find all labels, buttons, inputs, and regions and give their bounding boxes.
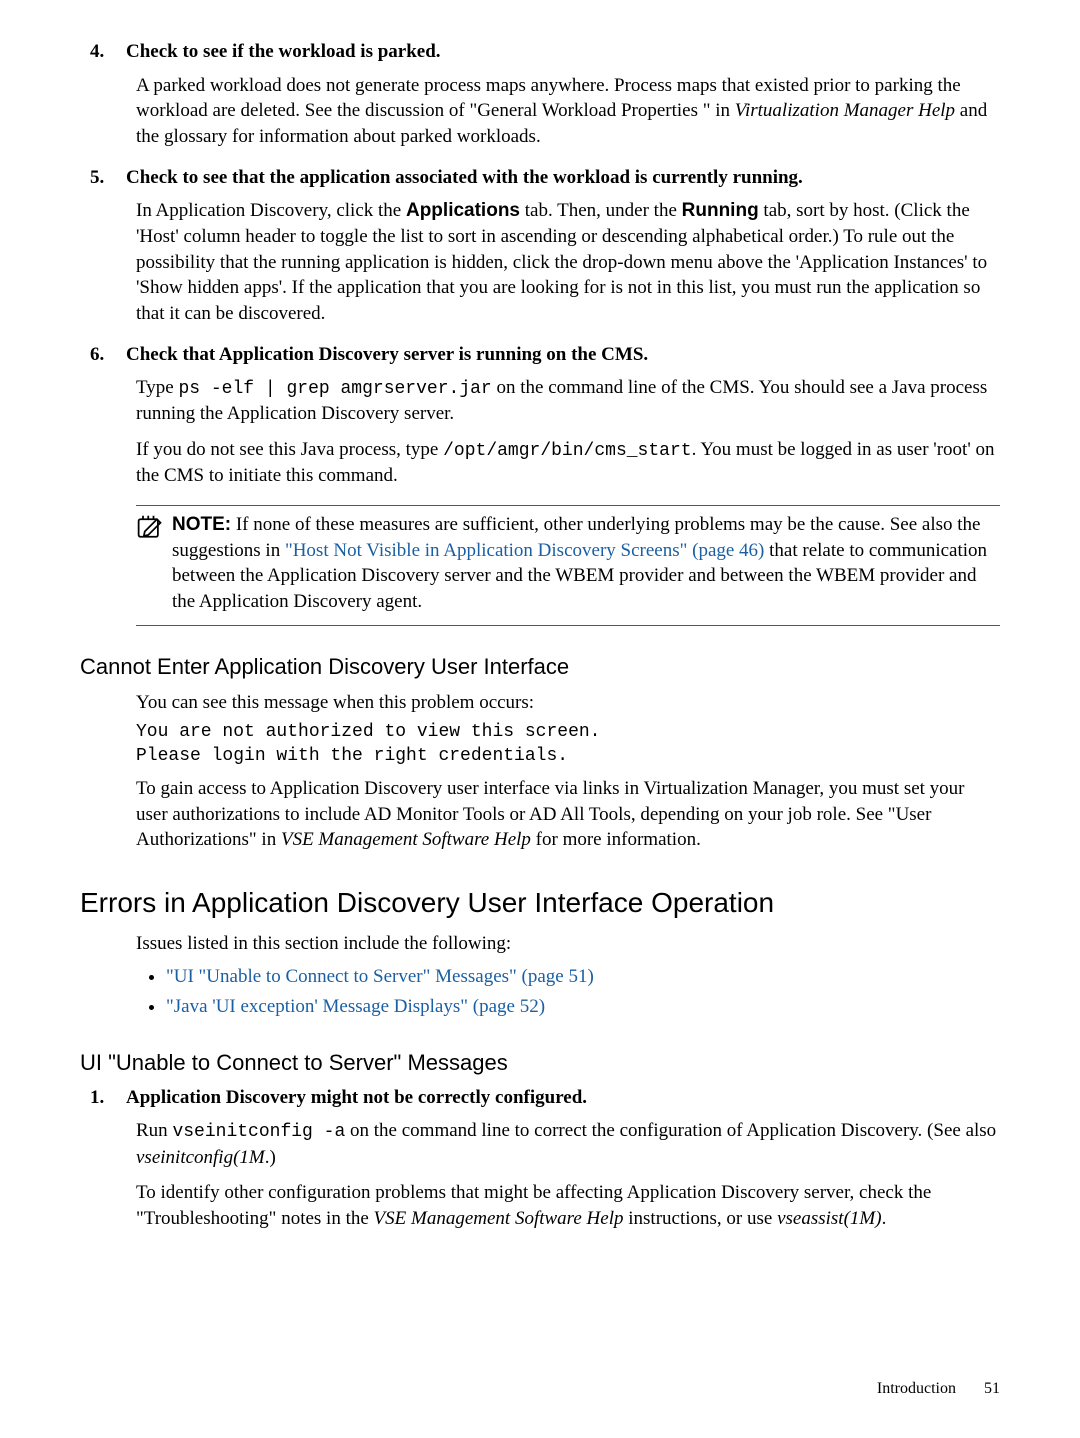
step-header: 4. Check to see if the workload is parke… [80, 40, 1000, 65]
heading-cannot-enter: Cannot Enter Application Discovery User … [80, 654, 1000, 680]
step-header: 1. Application Discovery might not be co… [80, 1086, 1000, 1111]
text-italic: Virtualization Manager Help [735, 100, 955, 121]
footer-page-number: 51 [984, 1380, 1000, 1397]
text-mono: /opt/amgr/bin/cms_start [443, 441, 691, 461]
step-title: Check to see that the application associ… [126, 166, 803, 191]
note-block: NOTE: If none of these measures are suff… [136, 512, 1000, 615]
cross-ref-link[interactable]: "Java 'UI exception' Message Displays" (… [166, 996, 545, 1017]
paragraph: Issues listed in this section include th… [136, 931, 1000, 957]
step-title: Application Discovery might not be corre… [126, 1086, 587, 1111]
text-italic: vseinitconfig(1M [136, 1147, 265, 1168]
footer-section: Introduction [877, 1380, 956, 1397]
divider [136, 625, 1000, 626]
text: In Application Discovery, click the [136, 200, 406, 221]
step-body: Type ps -elf | grep amgrserver.jar on th… [136, 375, 1000, 489]
step-body: Run vseinitconfig -a on the command line… [136, 1118, 1000, 1231]
text: instructions, or use [624, 1208, 778, 1229]
step-6: 6. Check that Application Discovery serv… [80, 343, 1000, 490]
list-item: "Java 'UI exception' Message Displays" (… [166, 993, 1000, 1022]
text-mono: ps -elf | grep amgrserver.jar [178, 379, 491, 399]
text: tab. Then, under the [520, 200, 682, 221]
text: for more information. [531, 829, 701, 850]
step-number: 6. [80, 344, 126, 366]
numbered-list: 4. Check to see if the workload is parke… [80, 40, 1000, 489]
step-title: Check to see if the workload is parked. [126, 40, 441, 65]
cross-ref-link[interactable]: "Host Not Visible in Application Discove… [285, 540, 764, 561]
note-text: NOTE: If none of these measures are suff… [172, 512, 1000, 615]
cross-ref-link[interactable]: "UI "Unable to Connect to Server" Messag… [166, 966, 594, 987]
text-bold: Running [682, 200, 759, 221]
step-body: A parked workload does not generate proc… [136, 73, 1000, 150]
text-bold: Applications [406, 200, 520, 221]
pencil-note-icon [136, 514, 164, 542]
text: If you do not see this Java process, typ… [136, 439, 443, 460]
step-1: 1. Application Discovery might not be co… [80, 1086, 1000, 1232]
bullet-list: "UI "Unable to Connect to Server" Messag… [166, 963, 1000, 1022]
text-mono: vseinitconfig -a [172, 1122, 345, 1142]
text: . [882, 1208, 887, 1229]
step-header: 6. Check that Application Discovery serv… [80, 343, 1000, 368]
heading-errors: Errors in Application Discovery User Int… [80, 887, 1000, 919]
numbered-list: 1. Application Discovery might not be co… [80, 1086, 1000, 1232]
note-icon [136, 514, 172, 550]
paragraph: You can see this message when this probl… [136, 690, 1000, 716]
text: Type [136, 377, 178, 398]
text: Run [136, 1120, 172, 1141]
step-header: 5. Check to see that the application ass… [80, 166, 1000, 191]
footer: Introduction 51 [877, 1380, 1000, 1398]
step-number: 1. [80, 1087, 126, 1109]
text-italic: vseassist(1M) [777, 1208, 881, 1229]
list-item: "UI "Unable to Connect to Server" Messag… [166, 963, 1000, 992]
text: on the command line to correct the confi… [345, 1120, 996, 1141]
page: 4. Check to see if the workload is parke… [0, 0, 1080, 1438]
text: .) [265, 1147, 276, 1168]
paragraph: To gain access to Application Discovery … [136, 776, 1000, 853]
step-4: 4. Check to see if the workload is parke… [80, 40, 1000, 150]
divider [136, 505, 1000, 506]
step-title: Check that Application Discovery server … [126, 343, 648, 368]
text-italic: VSE Management Software Help [374, 1208, 624, 1229]
step-body: In Application Discovery, click the Appl… [136, 198, 1000, 326]
heading-ui-unable: UI "Unable to Connect to Server" Message… [80, 1050, 1000, 1076]
note-label: NOTE: [172, 514, 231, 535]
code-block: You are not authorized to view this scre… [136, 721, 1000, 768]
step-5: 5. Check to see that the application ass… [80, 166, 1000, 327]
step-number: 5. [80, 167, 126, 189]
step-number: 4. [80, 41, 126, 63]
text-italic: VSE Management Software Help [281, 829, 531, 850]
